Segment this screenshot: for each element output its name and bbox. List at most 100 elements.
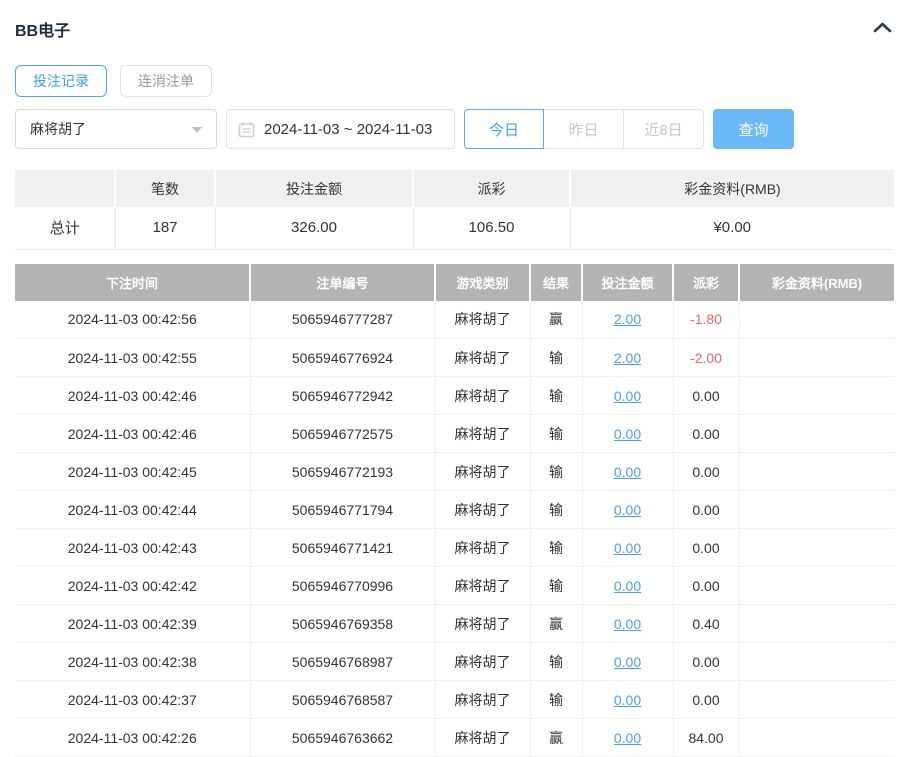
tab-bet-records[interactable]: 投注记录 <box>15 65 107 97</box>
game-type-cell: 麻将胡了 <box>435 605 530 643</box>
game-select[interactable]: 麻将胡了 <box>15 109 217 149</box>
bet-time-cell: 2024-11-03 00:42:44 <box>15 491 250 529</box>
result-cell: 输 <box>530 377 582 415</box>
result-cell: 赢 <box>530 301 582 339</box>
summary-header-count: 笔数 <box>115 170 215 207</box>
summary-total-bet-amount: 326.00 <box>215 207 413 249</box>
game-type-cell: 麻将胡了 <box>435 643 530 681</box>
yesterday-button[interactable]: 昨日 <box>544 109 624 149</box>
quick-date-buttons: 今日 昨日 近8日 <box>464 109 704 149</box>
bet-table-header-row: 下注时间 注单编号 游戏类别 结果 投注金额 派彩 彩金资料(RMB) <box>15 264 894 301</box>
payout-cell: 0.40 <box>673 605 739 643</box>
summary-header-bonus: 彩金资料(RMB) <box>570 170 894 207</box>
bet-amount-link[interactable]: 0.00 <box>614 654 641 670</box>
bet-amount-cell: 0.00 <box>582 453 673 491</box>
calendar-icon <box>238 121 255 138</box>
bet-time-cell: 2024-11-03 00:42:38 <box>15 643 250 681</box>
table-row: 2024-11-03 00:42:265065946763662麻将胡了赢 0.0… <box>15 719 894 757</box>
order-id-cell: 5065946771421 <box>250 529 435 567</box>
summary-total-label: 总计 <box>15 207 115 249</box>
bet-amount-cell: 0.00 <box>582 567 673 605</box>
last-8-days-button[interactable]: 近8日 <box>624 109 704 149</box>
bet-amount-link[interactable]: 0.00 <box>614 578 641 594</box>
bet-amount-link[interactable]: 0.00 <box>614 540 641 556</box>
bet-time-cell: 2024-11-03 00:42:45 <box>15 453 250 491</box>
bet-records-table: 下注时间 注单编号 游戏类别 结果 投注金额 派彩 彩金资料(RMB) 2024… <box>15 264 894 757</box>
bonus-cell <box>739 567 894 605</box>
table-row: 2024-11-03 00:42:455065946772193麻将胡了输0.0… <box>15 453 894 491</box>
bet-amount-cell: 0.00 <box>582 491 673 529</box>
result-cell: 赢 <box>530 719 582 757</box>
tab-cancelled-orders[interactable]: 连消注单 <box>120 65 212 97</box>
bet-time-cell: 2024-11-03 00:42:46 <box>15 415 250 453</box>
bet-amount-cell: 0.00 <box>582 643 673 681</box>
order-id-cell: 5065946777287 <box>250 301 435 339</box>
bet-time-cell: 2024-11-03 00:42:37 <box>15 681 250 719</box>
bet-amount-cell: 2.00 <box>582 301 673 339</box>
date-range-value: 2024-11-03 ~ 2024-11-03 <box>264 121 432 138</box>
bet-records-panel: BB电子 投注记录 连消注单 麻将胡了 202 <box>0 0 909 757</box>
result-cell: 赢 <box>530 605 582 643</box>
payout-cell: 0.00 <box>673 643 739 681</box>
table-row: 2024-11-03 00:42:465065946772942麻将胡了输0.0… <box>15 377 894 415</box>
result-cell: 输 <box>530 491 582 529</box>
order-id-cell: 5065946768587 <box>250 681 435 719</box>
header-bet-time: 下注时间 <box>15 264 250 301</box>
collapse-panel-button[interactable] <box>871 18 894 40</box>
filter-bar: 麻将胡了 2024-11-03 ~ 2024-11-03 今日 昨日 近8日 查… <box>15 109 894 149</box>
order-id-cell: 5065946769358 <box>250 605 435 643</box>
bonus-cell <box>739 491 894 529</box>
header-bonus: 彩金资料(RMB) <box>739 264 894 301</box>
bonus-cell <box>739 415 894 453</box>
summary-total-count: 187 <box>115 207 215 249</box>
bet-amount-cell: 0.00 <box>582 605 673 643</box>
bet-amount-link[interactable]: 0.00 <box>614 388 641 404</box>
today-button[interactable]: 今日 <box>464 109 544 149</box>
bonus-cell <box>739 643 894 681</box>
bonus-cell <box>739 605 894 643</box>
summary-total-row: 总计 187 326.00 106.50 ¥0.00 <box>15 207 894 249</box>
search-button[interactable]: 查询 <box>713 109 794 149</box>
header-bet-amount: 投注金额 <box>582 264 673 301</box>
game-type-cell: 麻将胡了 <box>435 529 530 567</box>
result-cell: 输 <box>530 415 582 453</box>
order-id-cell: 5065946776924 <box>250 339 435 377</box>
bet-amount-link[interactable]: 0.00 <box>614 502 641 518</box>
payout-cell: -1.80 <box>673 301 739 339</box>
bet-amount-cell: 0.00 <box>582 529 673 567</box>
bet-amount-link[interactable]: 0.00 <box>614 730 641 746</box>
date-range-picker[interactable]: 2024-11-03 ~ 2024-11-03 <box>226 109 455 149</box>
bet-amount-link[interactable]: 2.00 <box>614 311 641 327</box>
bet-amount-link[interactable]: 0.00 <box>614 692 641 708</box>
payout-cell: 0.00 <box>673 453 739 491</box>
summary-header-row: 笔数 投注金额 派彩 彩金资料(RMB) <box>15 170 894 207</box>
summary-table: 笔数 投注金额 派彩 彩金资料(RMB) 总计 187 326.00 106.5… <box>15 170 894 250</box>
bet-amount-link[interactable]: 2.00 <box>614 350 641 366</box>
page-title: BB电子 <box>15 17 70 41</box>
game-type-cell: 麻将胡了 <box>435 377 530 415</box>
summary-total-bonus: ¥0.00 <box>570 207 894 249</box>
bonus-cell <box>739 301 894 339</box>
result-cell: 输 <box>530 453 582 491</box>
bet-amount-link[interactable]: 0.00 <box>614 464 641 480</box>
bet-time-cell: 2024-11-03 00:42:43 <box>15 529 250 567</box>
bet-amount-link[interactable]: 0.00 <box>614 616 641 632</box>
header-game-type: 游戏类别 <box>435 264 530 301</box>
header-order-id: 注单编号 <box>250 264 435 301</box>
bonus-cell <box>739 453 894 491</box>
table-row: 2024-11-03 00:42:395065946769358麻将胡了赢 0.0… <box>15 605 894 643</box>
summary-header-empty <box>15 170 115 207</box>
table-row: 2024-11-03 00:42:565065946777287麻将胡了赢2.0… <box>15 301 894 339</box>
bet-amount-cell: 0.00 <box>582 415 673 453</box>
bet-amount-link[interactable]: 0.00 <box>614 426 641 442</box>
order-id-cell: 5065946763662 <box>250 719 435 757</box>
game-select-value: 麻将胡了 <box>30 119 86 139</box>
bonus-cell <box>739 719 894 757</box>
bet-time-cell: 2024-11-03 00:42:39 <box>15 605 250 643</box>
payout-cell: 0.00 <box>673 529 739 567</box>
bet-time-cell: 2024-11-03 00:42:26 <box>15 719 250 757</box>
game-type-cell: 麻将胡了 <box>435 415 530 453</box>
header-result: 结果 <box>530 264 582 301</box>
game-type-cell: 麻将胡了 <box>435 719 530 757</box>
bet-amount-cell: 0.00 <box>582 719 673 757</box>
